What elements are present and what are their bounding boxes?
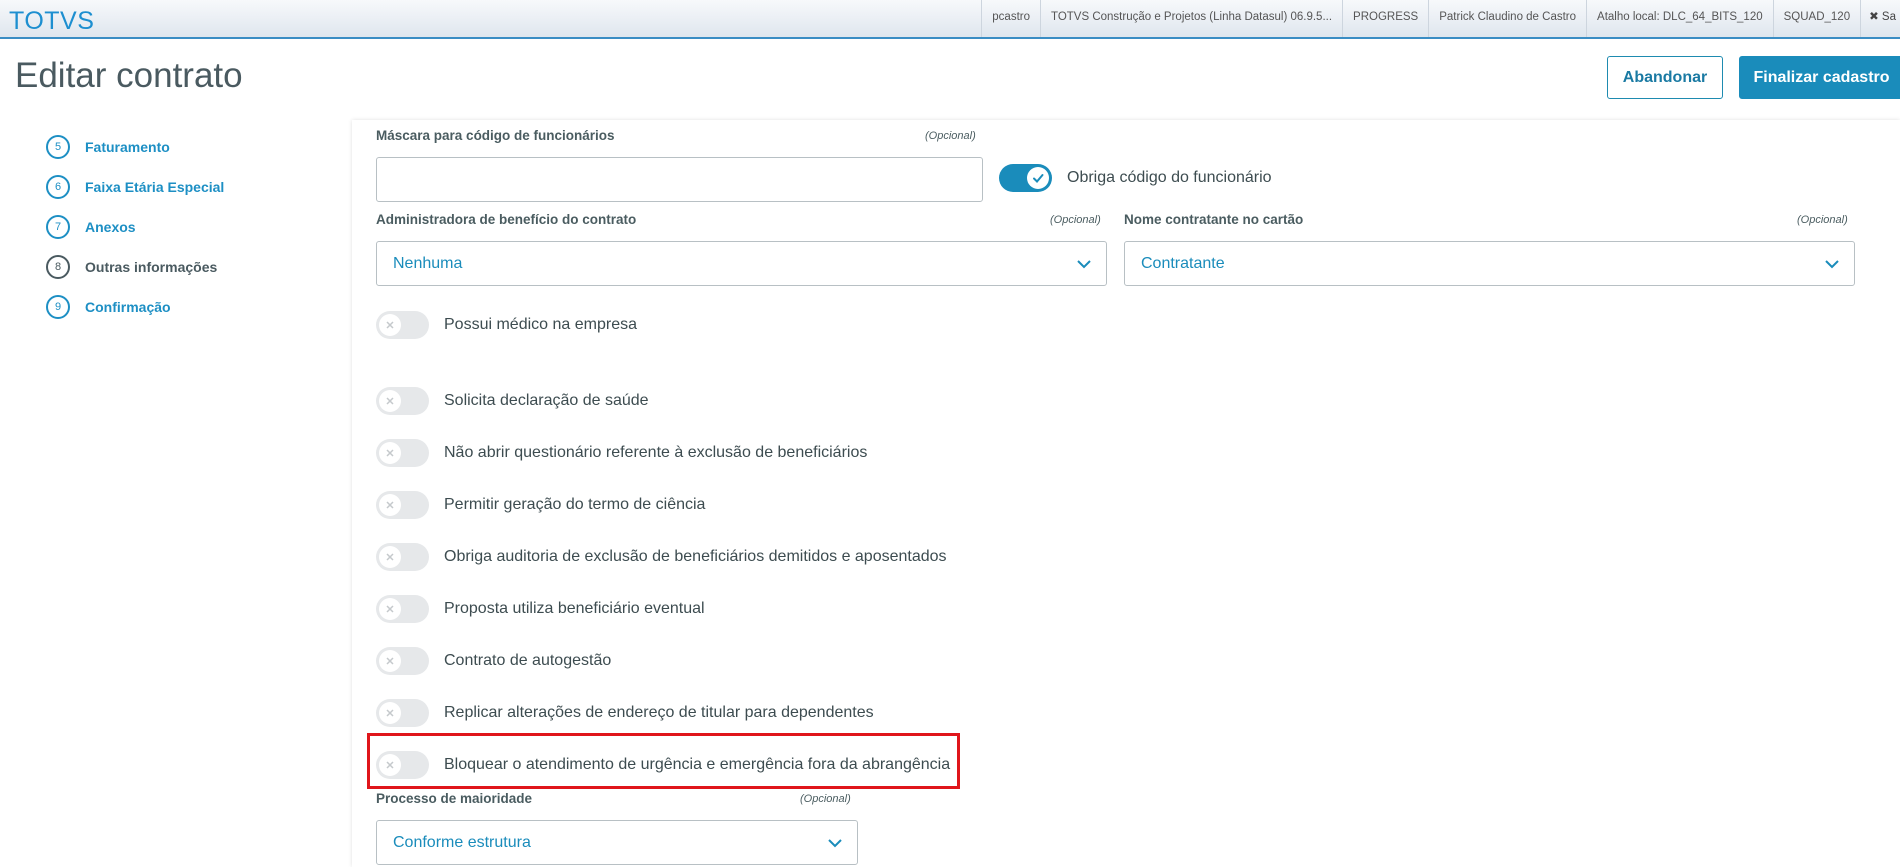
require-code-label: Obriga código do funcionário: [1067, 169, 1272, 186]
benefit-administrator-select[interactable]: Nenhuma: [376, 241, 1107, 286]
require-code-switch[interactable]: [999, 164, 1052, 192]
page-title: Editar contrato: [15, 56, 243, 95]
admin-label: Administradora de benefício do contrato: [376, 212, 637, 227]
session-info: pcastro TOTVS Construção e Projetos (Lin…: [981, 0, 1900, 37]
step-label: Anexos: [85, 219, 136, 235]
toggle-eventual-beneficiary[interactable]: Proposta utiliza beneficiário eventual: [376, 595, 705, 623]
step-number: 7: [46, 215, 70, 239]
toggle-label: Replicar alterações de endereço de titul…: [444, 704, 874, 721]
chevron-down-icon: [1077, 260, 1091, 269]
toggle-switch[interactable]: [376, 647, 429, 675]
x-icon: [379, 494, 401, 516]
logout-button[interactable]: ✖ Sa: [1860, 0, 1900, 37]
local-shortcut: Atalho local: DLC_64_BITS_120: [1586, 0, 1773, 37]
step-attachments[interactable]: 7 Anexos: [46, 207, 224, 247]
majority-optional: (Opcional): [800, 793, 851, 805]
x-icon: [379, 390, 401, 412]
step-number: 5: [46, 135, 70, 159]
step-label: Outras informações: [85, 259, 218, 275]
x-icon: [379, 442, 401, 464]
majority-label: Processo de maioridade: [376, 791, 533, 806]
toggle-label: Permitir geração do termo de ciência: [444, 496, 706, 513]
check-icon: [1027, 167, 1049, 189]
toggle-switch[interactable]: [376, 439, 429, 467]
mask-label: Máscara para código de funcionários: [376, 128, 615, 143]
step-special-age-range[interactable]: 6 Faixa Etária Especial: [46, 167, 224, 207]
toggle-doctor-in-company[interactable]: Possui médico na empresa: [376, 311, 637, 339]
x-icon: [379, 314, 401, 336]
chevron-down-icon: [1825, 260, 1839, 269]
admin-value: Nenhuma: [393, 254, 463, 272]
x-icon: [379, 650, 401, 672]
database-type: PROGRESS: [1342, 0, 1428, 37]
require-code-toggle-row[interactable]: Obriga código do funcionário: [999, 164, 1272, 192]
toggle-label: Possui médico na empresa: [444, 316, 637, 333]
step-confirmation[interactable]: 9 Confirmação: [46, 287, 224, 327]
step-billing[interactable]: 5 Faturamento: [46, 127, 224, 167]
toggle-switch[interactable]: [376, 699, 429, 727]
step-number: 6: [46, 175, 70, 199]
toggle-exclusion-audit[interactable]: Obriga auditoria de exclusão de benefici…: [376, 543, 947, 571]
chevron-down-icon: [828, 839, 842, 848]
user-fullname: Patrick Claudino de Castro: [1428, 0, 1586, 37]
x-icon: [379, 702, 401, 724]
card-name-optional: (Opcional): [1797, 214, 1848, 226]
toggle-health-declaration[interactable]: Solicita declaração de saúde: [376, 387, 649, 415]
highlight-box: [367, 733, 960, 789]
toggle-label: Proposta utiliza beneficiário eventual: [444, 600, 705, 617]
toggle-label: Contrato de autogestão: [444, 652, 612, 669]
card-contractor-name-select[interactable]: Contratante: [1124, 241, 1855, 286]
user-login: pcastro: [981, 0, 1040, 37]
wizard-stepper: 5 Faturamento 6 Faixa Etária Especial 7 …: [46, 127, 224, 327]
finish-registration-button[interactable]: Finalizar cadastro: [1739, 56, 1900, 99]
toggle-label: Solicita declaração de saúde: [444, 392, 649, 409]
x-icon: [379, 598, 401, 620]
employee-code-mask-input[interactable]: [376, 157, 983, 202]
step-number: 9: [46, 295, 70, 319]
card-name-value: Contratante: [1141, 254, 1225, 272]
admin-optional: (Opcional): [1050, 214, 1101, 226]
step-label: Confirmação: [85, 299, 171, 315]
step-label: Faixa Etária Especial: [85, 179, 225, 195]
mask-optional: (Opcional): [925, 130, 976, 142]
step-other-info[interactable]: 8 Outras informações: [46, 247, 224, 287]
totvs-logo: TOTVS: [9, 7, 95, 35]
toggle-switch[interactable]: [376, 311, 429, 339]
toggle-switch[interactable]: [376, 543, 429, 571]
toggle-awareness-term[interactable]: Permitir geração do termo de ciência: [376, 491, 705, 519]
step-number: 8: [46, 255, 70, 279]
abandon-button[interactable]: Abandonar: [1607, 56, 1723, 99]
toggle-label: Obriga auditoria de exclusão de benefici…: [444, 548, 947, 565]
product-name: TOTVS Construção e Projetos (Linha Datas…: [1040, 0, 1342, 37]
toggle-switch[interactable]: [376, 595, 429, 623]
majority-value: Conforme estrutura: [393, 833, 531, 851]
majority-process-select[interactable]: Conforme estrutura: [376, 820, 858, 865]
toggle-label: Não abrir questionário referente à exclu…: [444, 444, 868, 461]
toggle-self-management[interactable]: Contrato de autogestão: [376, 647, 611, 675]
toggle-no-exclusion-questionnaire[interactable]: Não abrir questionário referente à exclu…: [376, 439, 867, 467]
squad-name: SQUAD_120: [1772, 0, 1860, 37]
x-icon: [379, 546, 401, 568]
card-name-label: Nome contratante no cartão: [1124, 212, 1304, 227]
step-label: Faturamento: [85, 139, 170, 155]
top-bar: TOTVS pcastro TOTVS Construção e Projeto…: [0, 0, 1900, 39]
toggle-replicate-address[interactable]: Replicar alterações de endereço de titul…: [376, 699, 874, 727]
toggle-switch[interactable]: [376, 491, 429, 519]
toggle-switch[interactable]: [376, 387, 429, 415]
